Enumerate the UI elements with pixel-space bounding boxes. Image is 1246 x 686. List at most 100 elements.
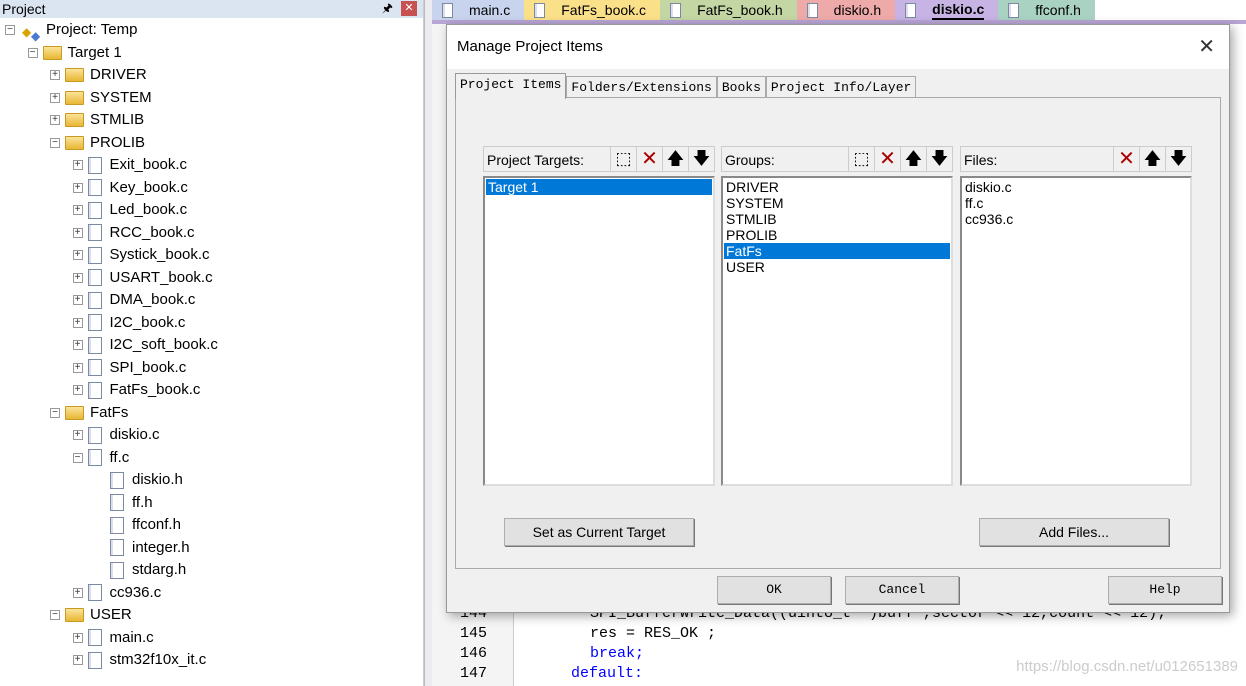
tree-item[interactable]: + STMLIB (50, 109, 144, 131)
tree-item[interactable]: − Target 1 (27, 42, 122, 64)
pin-icon[interactable]: 🖈 (382, 1, 393, 15)
tree-item[interactable]: stdarg.h (95, 559, 186, 581)
new-group-icon[interactable]: ⬚ (848, 147, 874, 171)
code-line[interactable]: res = RES_OK ; (590, 625, 716, 642)
list-item[interactable]: Target 1 (486, 179, 712, 195)
cancel-button[interactable]: Cancel (845, 576, 959, 604)
tree-item[interactable]: + Key_book.c (72, 177, 188, 199)
move-up-icon[interactable]: 🡅 (662, 147, 688, 171)
delete-icon[interactable]: ✕ (636, 147, 662, 171)
file-icon (87, 336, 102, 354)
tree-item[interactable]: − USER (50, 604, 132, 626)
list-item[interactable]: FatFs (724, 243, 950, 259)
tab-folders-extensions[interactable]: Folders/Extensions (566, 76, 717, 98)
expand-icon[interactable]: + (72, 182, 83, 193)
expand-icon[interactable]: + (72, 430, 83, 440)
expand-icon[interactable]: + (72, 295, 83, 305)
code-line[interactable]: default: (571, 665, 643, 682)
tree-item[interactable]: ff.h (95, 492, 153, 514)
expand-icon[interactable]: + (72, 205, 83, 215)
tree-item[interactable]: ffconf.h (95, 514, 181, 536)
list-item[interactable]: STMLIB (724, 211, 950, 227)
tree-item[interactable]: + main.c (72, 627, 154, 649)
files-list[interactable]: diskio.c ff.c cc936.c (960, 176, 1192, 486)
expand-icon[interactable]: + (72, 655, 83, 665)
ok-button[interactable]: OK (717, 576, 831, 604)
tab-books[interactable]: Books (716, 76, 766, 98)
tree-item[interactable]: + stm32f10x_it.c (72, 649, 206, 671)
new-target-icon[interactable]: ⬚ (610, 147, 636, 171)
delete-icon[interactable]: ✕ (874, 147, 900, 171)
tree-item[interactable]: + DRIVER (50, 64, 147, 86)
expand-icon[interactable]: + (72, 587, 83, 598)
expand-icon[interactable]: + (72, 362, 83, 373)
expand-icon[interactable]: + (72, 250, 83, 260)
list-item[interactable]: cc936.c (963, 211, 1189, 227)
tab-project-items[interactable]: Project Items (455, 73, 567, 99)
groups-list[interactable]: DRIVER SYSTEM STMLIB PROLIB FatFs USER (721, 176, 953, 486)
tab-project-info-layer[interactable]: Project Info/Layer (765, 76, 917, 98)
move-up-icon[interactable]: 🡅 (1139, 147, 1165, 171)
close-icon[interactable]: ✕ (1198, 25, 1215, 69)
tree-item[interactable]: + SPI_book.c (72, 357, 186, 379)
tree-item[interactable]: − PROLIB (50, 132, 145, 154)
list-item[interactable]: diskio.c (963, 179, 1189, 195)
tree-item[interactable]: diskio.h (95, 469, 183, 491)
targets-list[interactable]: Target 1 (483, 176, 715, 486)
tree-item[interactable]: − ◆ ◆ Project: Temp (5, 19, 137, 43)
panel-splitter[interactable] (424, 0, 432, 686)
expand-icon[interactable]: + (72, 317, 83, 328)
tab-main-c[interactable]: main.c (432, 0, 525, 20)
expand-icon[interactable]: + (72, 227, 83, 238)
tree-item[interactable]: + cc936.c (72, 582, 161, 604)
help-button[interactable]: Help (1108, 576, 1222, 604)
tab-diskio-c[interactable]: diskio.c (895, 0, 999, 20)
tab-diskio-h[interactable]: diskio.h (796, 0, 896, 20)
delete-icon[interactable]: ✕ (1113, 147, 1139, 171)
tree-item[interactable]: + USART_book.c (72, 267, 213, 289)
move-up-icon[interactable]: 🡅 (900, 147, 926, 171)
tree-item[interactable]: − ff.c (72, 447, 129, 469)
list-item[interactable]: PROLIB (724, 227, 950, 243)
expand-icon[interactable]: + (50, 115, 60, 125)
tab-fatfs-book-c[interactable]: FatFs_book.c (524, 0, 661, 20)
collapse-icon[interactable]: − (50, 137, 60, 148)
close-icon[interactable]: ✕ (401, 1, 417, 16)
expand-icon[interactable]: + (72, 632, 83, 643)
tree-item[interactable]: + Systick_book.c (72, 244, 210, 266)
tree-item[interactable]: + FatFs_book.c (72, 379, 200, 401)
tree-item[interactable]: + SYSTEM (50, 87, 152, 109)
move-down-icon[interactable]: 🡇 (688, 147, 714, 171)
collapse-icon[interactable]: − (72, 452, 83, 463)
list-item[interactable]: USER (724, 259, 950, 275)
tree-item[interactable]: + Exit_book.c (72, 154, 187, 176)
tree-item[interactable]: + diskio.c (72, 424, 160, 446)
tab-ffconf-h[interactable]: ffconf.h (998, 0, 1095, 20)
tree-item[interactable]: − FatFs (50, 402, 128, 424)
tree-item[interactable]: + DMA_book.c (72, 289, 195, 311)
move-down-icon[interactable]: 🡇 (1165, 147, 1191, 171)
list-item[interactable]: DRIVER (724, 179, 950, 195)
code-line[interactable]: break; (590, 645, 644, 662)
list-item[interactable]: ff.c (963, 195, 1189, 211)
expand-icon[interactable]: + (72, 385, 83, 395)
tree-item[interactable]: + Led_book.c (72, 199, 187, 221)
expand-icon[interactable]: + (72, 272, 83, 283)
tree-item[interactable]: + I2C_soft_book.c (72, 334, 218, 356)
expand-icon[interactable]: + (50, 92, 60, 103)
list-item[interactable]: SYSTEM (724, 195, 950, 211)
tab-fatfs-book-h[interactable]: FatFs_book.h (660, 0, 797, 20)
tree-item[interactable]: + I2C_book.c (72, 312, 185, 334)
expand-icon[interactable]: + (72, 160, 83, 170)
collapse-icon[interactable]: − (5, 25, 15, 35)
collapse-icon[interactable]: − (27, 47, 38, 58)
expand-icon[interactable]: + (72, 340, 83, 350)
collapse-icon[interactable]: − (50, 610, 60, 620)
collapse-icon[interactable]: − (50, 407, 60, 418)
move-down-icon[interactable]: 🡇 (926, 147, 952, 171)
tree-item[interactable]: + RCC_book.c (72, 222, 195, 244)
add-files-button[interactable]: Add Files... (979, 518, 1169, 546)
set-as-current-target-button[interactable]: Set as Current Target (504, 518, 694, 546)
expand-icon[interactable]: + (50, 70, 60, 80)
tree-item[interactable]: integer.h (95, 537, 190, 559)
